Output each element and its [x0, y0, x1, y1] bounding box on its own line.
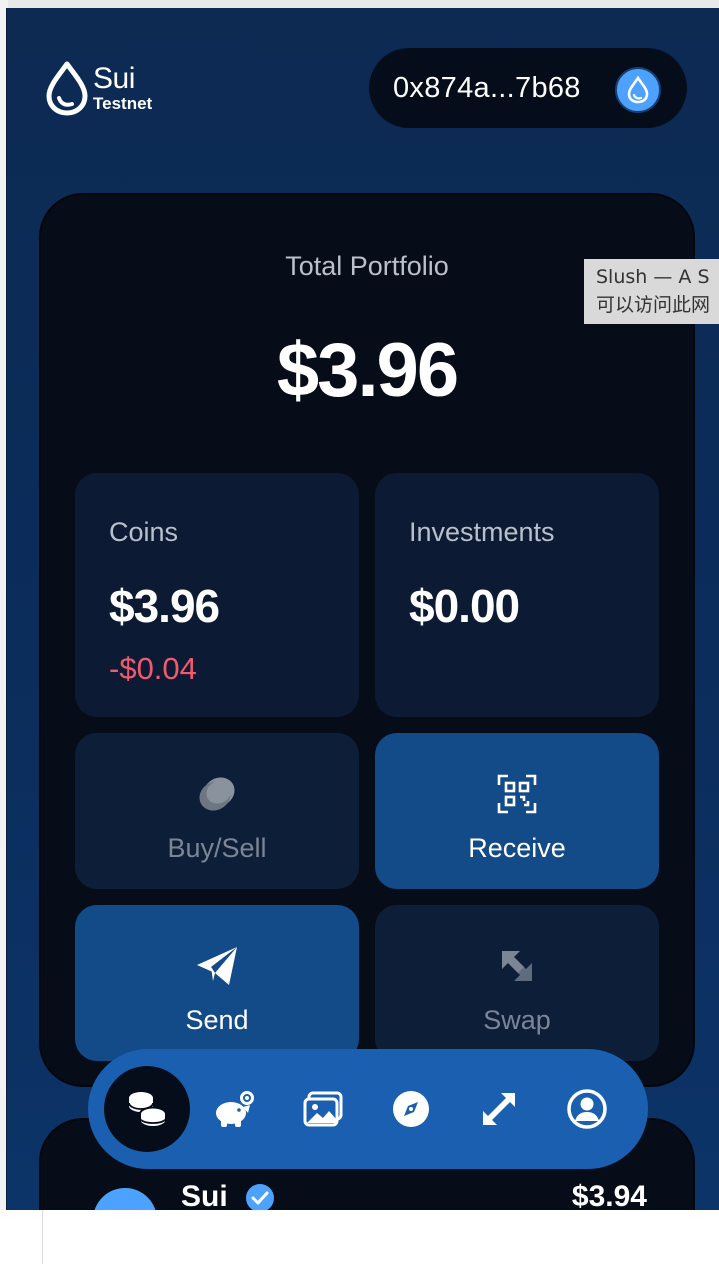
- buy-sell-label: Buy/Sell: [167, 833, 267, 863]
- sui-drop-icon: [627, 76, 649, 104]
- gallery-icon: [303, 1091, 343, 1127]
- sui-coin-icon: [93, 1188, 157, 1210]
- account-address: 0x874a...7b68: [393, 71, 581, 104]
- swap-button[interactable]: Swap: [375, 905, 659, 1061]
- paper-plane-icon: [75, 945, 359, 987]
- account-address-button[interactable]: 0x874a...7b68: [369, 48, 687, 128]
- swap-label: Swap: [483, 1005, 551, 1035]
- account-avatar: [615, 67, 661, 113]
- sui-drop-icon: [46, 61, 88, 116]
- portfolio-card: Total Portfolio $3.96 Coins $3.96 -$0.04…: [39, 193, 695, 1087]
- tooltip-line-1: Slush — A S: [596, 266, 710, 288]
- coin-name[interactable]: Sui: [181, 1180, 228, 1210]
- investments-tile[interactable]: Investments $0.00: [375, 473, 659, 717]
- coin-icon: [75, 773, 359, 815]
- send-button[interactable]: Send: [75, 905, 359, 1061]
- coins-tile[interactable]: Coins $3.96 -$0.04: [75, 473, 359, 717]
- wallet-popup: Sui Testnet 0x874a...7b68 Total Portfoli…: [6, 8, 719, 1210]
- coins-icon: [128, 1092, 167, 1129]
- network-label: Testnet: [93, 94, 153, 113]
- send-label: Send: [185, 1005, 249, 1035]
- receive-label: Receive: [468, 833, 566, 863]
- tooltip-line-2: 可以访问此网: [596, 294, 711, 316]
- bottom-navigation: [88, 1049, 648, 1169]
- piggy-bank-icon: [216, 1091, 254, 1127]
- swap-arrows-icon: [375, 945, 659, 987]
- account-icon: [567, 1089, 607, 1129]
- divider: [42, 1210, 43, 1264]
- coins-label: Coins: [109, 517, 179, 547]
- nav-earn[interactable]: [192, 1066, 278, 1152]
- swap-icon: [483, 1093, 515, 1125]
- nav-swap[interactable]: [456, 1066, 542, 1152]
- browser-tooltip: Slush — A S 可以访问此网: [584, 259, 719, 324]
- nav-collectibles[interactable]: [280, 1066, 366, 1152]
- coin-value: $3.94: [571, 1180, 647, 1210]
- receive-button[interactable]: Receive: [375, 733, 659, 889]
- nav-explore[interactable]: [368, 1066, 454, 1152]
- qr-code-icon: [375, 773, 659, 815]
- investments-value: $0.00: [409, 580, 520, 632]
- logo-name: Sui: [93, 62, 135, 95]
- investments-label: Investments: [409, 517, 555, 547]
- sui-logo[interactable]: Sui Testnet: [45, 60, 152, 116]
- portfolio-total: $3.96: [276, 328, 459, 413]
- background-page-bottom: [0, 1210, 719, 1264]
- compass-icon: [393, 1091, 429, 1127]
- buy-sell-button[interactable]: Buy/Sell: [75, 733, 359, 889]
- browser-background: [0, 0, 719, 8]
- coins-change: -$0.04: [109, 651, 197, 686]
- verified-badge-icon: [244, 1182, 276, 1210]
- coins-value: $3.96: [109, 580, 220, 632]
- nav-coins[interactable]: [104, 1066, 190, 1152]
- nav-account[interactable]: [544, 1066, 630, 1152]
